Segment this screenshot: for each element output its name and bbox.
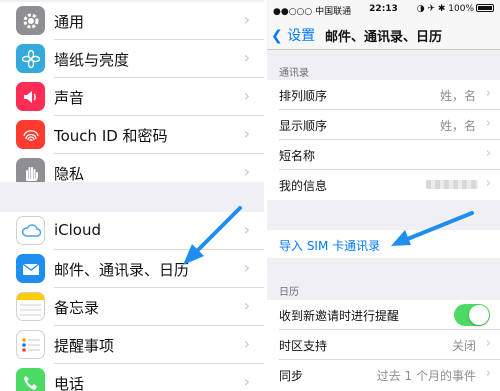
list-icon xyxy=(16,330,45,359)
contacts-display-order-row[interactable]: 显示顺序 姓，名 › xyxy=(267,110,500,140)
back-label: 设置 xyxy=(287,28,316,44)
import-sim-contacts-row[interactable]: 导入 SIM 卡通讯录 xyxy=(267,230,500,258)
back-button[interactable]: ❮ 设置 xyxy=(271,25,315,45)
settings-item-label: 邮件、通讯录、日历 xyxy=(54,261,190,279)
settings-item-wallpaper[interactable]: 墙纸与亮度 › xyxy=(0,40,264,78)
chevron-right-icon: › xyxy=(485,176,491,191)
settings-item-label: Touch ID 和密码 xyxy=(54,127,168,145)
speaker-icon xyxy=(16,82,45,111)
settings-list-panel: 通用 › 墙纸与亮度 › 声音 › Touch ID 和密码 › 隐私 › iC… xyxy=(0,0,264,391)
toggle-knob xyxy=(469,305,489,325)
status-icons: ◑ ✈ ✱ xyxy=(416,4,449,14)
navigation-bar: ❮ 设置 邮件、通讯录、日历 xyxy=(267,20,500,50)
invitation-alerts-toggle[interactable] xyxy=(454,304,490,326)
row-value: 关闭 xyxy=(451,339,476,353)
settings-item-label: 隐私 xyxy=(54,165,85,183)
row-label: 我的信息 xyxy=(279,179,328,193)
mail-settings-panel: ●●○○○ 中国联通 22:13 ◑ ✈ ✱ 100% ❮ 设置 邮件、通讯录、… xyxy=(267,0,500,391)
settings-item-label: 备忘录 xyxy=(54,299,100,317)
row-label: 时区支持 xyxy=(279,339,328,353)
chevron-right-icon: › xyxy=(243,162,250,181)
settings-item-notes[interactable]: 备忘录 › xyxy=(0,288,264,326)
fingerprint-icon xyxy=(16,120,45,149)
row-value: 过去 1 个月的事件 xyxy=(376,369,476,383)
phone-icon xyxy=(16,368,45,391)
row-label: 排列顺序 xyxy=(279,89,328,103)
notes-icon xyxy=(16,292,45,321)
chevron-right-icon: › xyxy=(485,336,491,351)
group-gap xyxy=(0,182,264,212)
gear-icon xyxy=(16,6,45,35)
settings-item-privacy[interactable]: 隐私 › xyxy=(0,154,264,187)
chevron-right-icon: › xyxy=(243,86,250,105)
section-header-contacts: 通讯录 xyxy=(279,68,309,79)
chevron-right-icon: › xyxy=(243,124,250,143)
chevron-right-icon: › xyxy=(243,334,250,353)
section-header-calendar: 日历 xyxy=(279,287,299,298)
settings-item-mail-contacts-calendars[interactable]: 邮件、通讯录、日历 › xyxy=(0,250,264,288)
row-label: 同步 xyxy=(279,369,304,383)
row-label: 显示顺序 xyxy=(279,119,328,133)
chevron-right-icon: › xyxy=(485,116,491,131)
cloud-icon xyxy=(16,216,45,245)
settings-item-general[interactable]: 通用 › xyxy=(0,2,264,40)
contacts-my-info-row[interactable]: 我的信息 › xyxy=(267,170,500,200)
settings-item-label: 通用 xyxy=(54,13,85,31)
settings-item-label: iCloud xyxy=(54,221,102,239)
chevron-right-icon: › xyxy=(243,48,250,67)
chevron-right-icon: › xyxy=(485,366,491,381)
chevron-left-icon: ❮ xyxy=(271,28,283,44)
settings-item-phone[interactable]: 电话 › xyxy=(0,364,264,391)
import-sim-link[interactable]: 导入 SIM 卡通讯录 xyxy=(279,237,380,254)
flower-icon xyxy=(16,44,45,73)
chevron-right-icon: › xyxy=(243,296,250,315)
page-title: 邮件、通讯录、日历 xyxy=(325,30,443,45)
battery-indicator: ◑ ✈ ✱ 100% xyxy=(417,4,494,14)
settings-item-sounds[interactable]: 声音 › xyxy=(0,78,264,116)
settings-item-icloud[interactable]: iCloud › xyxy=(0,212,264,250)
redacted-value xyxy=(426,180,478,189)
settings-item-touchid[interactable]: Touch ID 和密码 › xyxy=(0,116,264,154)
settings-item-label: 墙纸与亮度 xyxy=(54,51,130,69)
mail-icon xyxy=(16,254,45,283)
settings-item-label: 提醒事项 xyxy=(54,337,115,355)
battery-icon xyxy=(476,4,494,12)
settings-item-reminders[interactable]: 提醒事项 › xyxy=(0,326,264,364)
time-zone-support-row[interactable]: 时区支持 关闭 › xyxy=(267,330,500,360)
settings-item-label: 电话 xyxy=(54,375,85,391)
chevron-right-icon: › xyxy=(243,220,250,239)
row-value: 姓，名 xyxy=(439,119,476,133)
row-value: 姓，名 xyxy=(439,89,476,103)
chevron-right-icon: › xyxy=(485,146,491,161)
chevron-right-icon: › xyxy=(243,372,250,391)
new-invitation-alerts-row: 收到新邀请时进行提醒 xyxy=(267,300,500,330)
status-bar: ●●○○○ 中国联通 22:13 ◑ ✈ ✱ 100% xyxy=(267,0,500,20)
contacts-short-name-row[interactable]: 短名称 › xyxy=(267,140,500,170)
row-label: 收到新邀请时进行提醒 xyxy=(279,309,400,323)
contacts-sort-order-row[interactable]: 排列顺序 姓，名 › xyxy=(267,80,500,110)
chevron-right-icon: › xyxy=(243,258,250,277)
row-label: 短名称 xyxy=(279,149,316,163)
chevron-right-icon: › xyxy=(243,10,250,29)
battery-percent: 100% xyxy=(448,4,474,14)
sync-row[interactable]: 同步 过去 1 个月的事件 › xyxy=(267,360,500,391)
settings-item-label: 声音 xyxy=(54,89,85,107)
chevron-right-icon: › xyxy=(485,86,491,101)
